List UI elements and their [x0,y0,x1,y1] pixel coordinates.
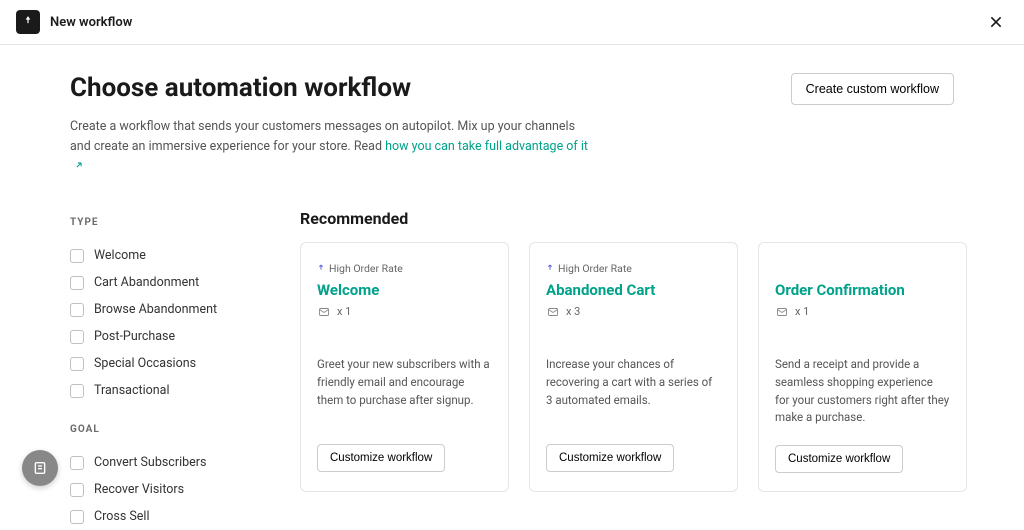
badge-text: High Order Rate [558,262,632,275]
card-badge: High Order Rate [546,261,721,275]
section-heading-recommended: Recommended [300,209,967,228]
workflow-card: High Order Rate Welcome x 1 Greet your new … [300,242,509,492]
filter-label: Recover Visitors [94,482,184,497]
mail-count: x 3 [546,305,721,318]
card-title: Order Confirmation [775,281,950,299]
close-button[interactable] [984,10,1008,34]
card-title: Abandoned Cart [546,281,721,299]
filter-label: Transactional [94,383,170,398]
card-badge [775,261,950,275]
filter-item-type-0[interactable]: Welcome [70,242,260,269]
mail-count-text: x 3 [566,305,580,318]
customize-workflow-button[interactable]: Customize workflow [546,444,674,472]
customize-workflow-button[interactable]: Customize workflow [775,445,903,473]
page-description: Create a workflow that sends your custom… [70,117,590,177]
checkbox-icon [70,249,84,263]
filter-heading-type: TYPE [70,217,260,228]
filter-label: Special Occasions [94,356,196,371]
mail-count: x 1 [317,305,492,318]
external-link-icon [74,157,84,177]
filter-label: Post-Purchase [94,329,175,344]
filter-item-type-3[interactable]: Post-Purchase [70,323,260,350]
card-description: Greet your new subscribers with a friend… [317,356,492,426]
filter-heading-goal: GOAL [70,424,260,435]
page-title: Choose automation workflow [70,73,590,103]
filters-sidebar: TYPE Welcome Cart Abandonment Browse Aband… [70,209,260,530]
filter-item-type-4[interactable]: Special Occasions [70,350,260,377]
checkbox-icon [70,510,84,524]
badge-text: High Order Rate [329,262,403,275]
mail-icon [546,306,560,318]
page-breadcrumb: New workflow [50,15,132,30]
checkbox-icon [70,330,84,344]
app-logo [16,10,40,34]
filter-item-goal-0[interactable]: Convert Subscribers [70,449,260,476]
filter-item-goal-1[interactable]: Recover Visitors [70,476,260,503]
mail-icon [775,306,789,318]
arrow-up-icon [546,264,554,272]
filter-label: Cart Abandonment [94,275,199,290]
create-custom-workflow-button[interactable]: Create custom workflow [791,73,954,105]
mail-count-text: x 1 [337,305,351,318]
filter-label: Convert Subscribers [94,455,206,470]
learn-more-link[interactable]: how you can take full advantage of it [385,139,588,154]
customize-workflow-button[interactable]: Customize workflow [317,444,445,472]
checkbox-icon [70,357,84,371]
checkbox-icon [70,276,84,290]
card-description: Send a receipt and provide a seamless sh… [775,356,950,427]
filter-item-type-5[interactable]: Transactional [70,377,260,404]
checkbox-icon [70,456,84,470]
filter-item-type-2[interactable]: Browse Abandonment [70,296,260,323]
filter-item-type-1[interactable]: Cart Abandonment [70,269,260,296]
card-badge: High Order Rate [317,261,492,275]
checkbox-icon [70,303,84,317]
checkbox-icon [70,483,84,497]
mail-count: x 1 [775,305,950,318]
workflow-card: High Order Rate Abandoned Cart x 3 Increase… [529,242,738,492]
checkbox-icon [70,384,84,398]
workflow-card: Order Confirmation x 1 Send a receipt and … [758,242,967,492]
arrow-up-icon [317,264,325,272]
mail-icon [317,306,331,318]
filter-label: Welcome [94,248,146,263]
filter-label: Cross Sell [94,509,150,524]
card-title: Welcome [317,281,492,299]
card-description: Increase your chances of recovering a ca… [546,356,721,426]
filter-item-goal-2[interactable]: Cross Sell [70,503,260,530]
help-floating-button[interactable] [22,450,58,486]
mail-count-text: x 1 [795,305,809,318]
filter-label: Browse Abandonment [94,302,217,317]
